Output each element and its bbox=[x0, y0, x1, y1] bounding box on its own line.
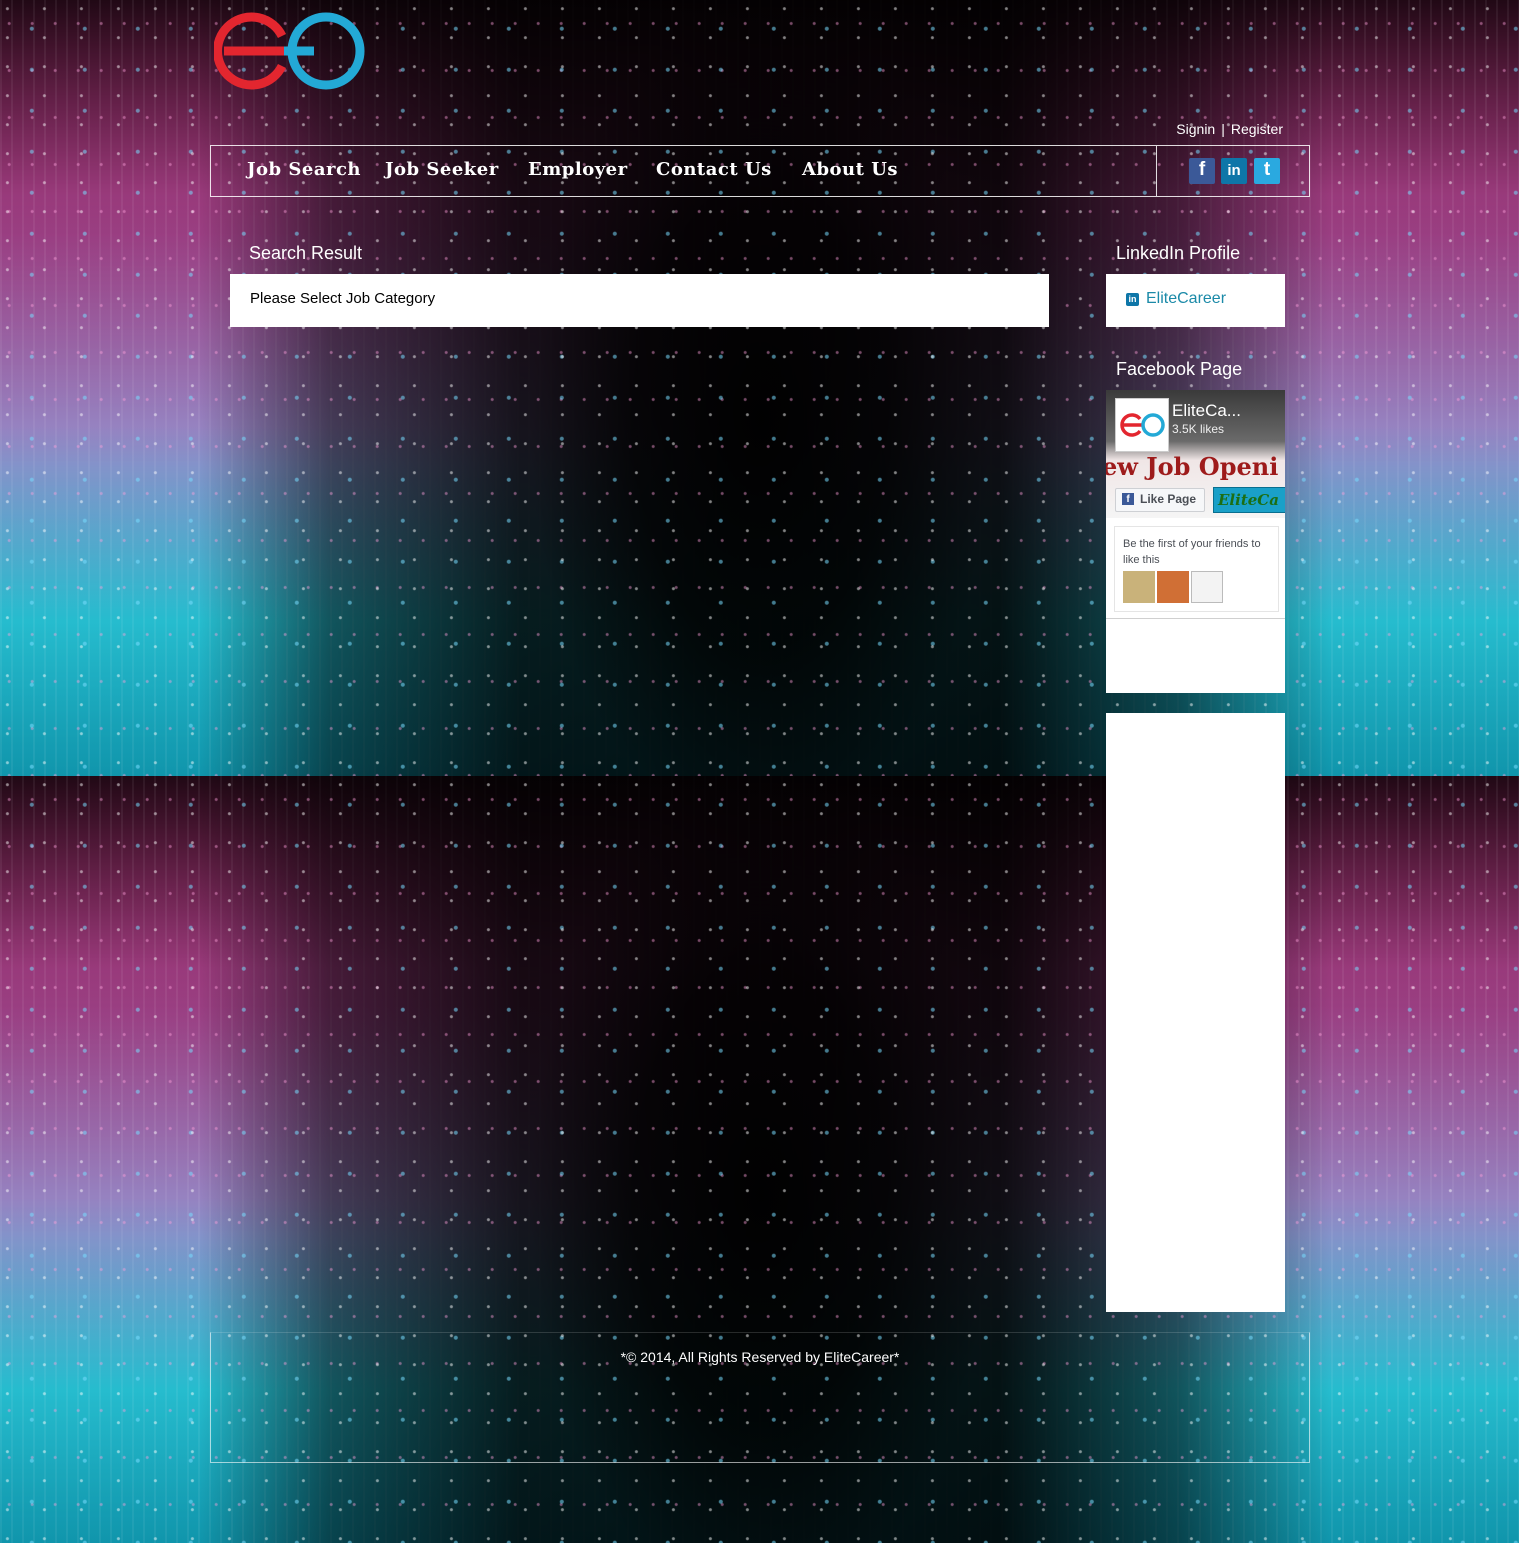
linkedin-profile-panel: in EliteCareer bbox=[1106, 274, 1285, 327]
facebook-icon[interactable]: f bbox=[1189, 158, 1215, 184]
facebook-page-avatar[interactable] bbox=[1115, 398, 1169, 452]
facebook-like-button[interactable]: f Like Page bbox=[1115, 488, 1205, 512]
friend-avatar[interactable] bbox=[1157, 571, 1189, 603]
friend-avatar[interactable] bbox=[1191, 571, 1223, 603]
facebook-page-name[interactable]: EliteCa... bbox=[1172, 401, 1241, 421]
facebook-cover-text: ew Job Openi bbox=[1106, 452, 1279, 481]
ad-panel bbox=[1106, 713, 1285, 1312]
page-title: Search Result bbox=[249, 243, 363, 263]
main-nav: Job Search Job Seeker Employer Contact U… bbox=[210, 145, 1310, 197]
nav-job-seeker[interactable]: Job Seeker bbox=[385, 159, 499, 180]
facebook-like-count: 3.5K likes bbox=[1172, 422, 1225, 436]
linkedin-section-title: LinkedIn Profile bbox=[1116, 243, 1241, 263]
facebook-cover[interactable]: EliteCa... 3.5K likes ew Job Openi f Lik… bbox=[1106, 390, 1285, 518]
page-container: Signin | Register Job Search Job Seeker Em… bbox=[210, 0, 1310, 1543]
social-links: f in t bbox=[1156, 146, 1309, 196]
facebook-friends-text: Be the first of your friends to like thi… bbox=[1123, 538, 1261, 566]
facebook-page-widget: EliteCa... 3.5K likes ew Job Openi f Lik… bbox=[1106, 390, 1285, 693]
facebook-small-icon: f bbox=[1122, 493, 1134, 505]
facebook-friends-panel: Be the first of your friends to like thi… bbox=[1114, 526, 1279, 612]
link-separator: | bbox=[1221, 121, 1225, 137]
cover-tag-text: EliteCa bbox=[1218, 491, 1279, 509]
account-links: Signin | Register bbox=[1176, 121, 1283, 137]
site-logo[interactable] bbox=[214, 10, 366, 92]
facebook-section-title: Facebook Page bbox=[1116, 359, 1243, 379]
twitter-icon[interactable]: t bbox=[1254, 158, 1280, 184]
result-message: Please Select Job Category bbox=[250, 290, 436, 307]
copyright-text: *© 2014, All Rights Reserved by EliteCar… bbox=[620, 1349, 900, 1365]
nav-employer[interactable]: Employer bbox=[528, 159, 628, 180]
footer: *© 2014, All Rights Reserved by EliteCar… bbox=[210, 1332, 1310, 1463]
friend-avatar[interactable] bbox=[1123, 571, 1155, 603]
nav-about-us[interactable]: About Us bbox=[802, 159, 898, 180]
like-button-label: Like Page bbox=[1140, 492, 1197, 506]
nav-contact-us[interactable]: Contact Us bbox=[656, 159, 772, 180]
search-result-panel: Please Select Job Category bbox=[230, 274, 1049, 327]
signin-link[interactable]: Signin bbox=[1176, 121, 1215, 137]
facebook-cover-tag: EliteCa bbox=[1213, 487, 1285, 513]
linkedin-small-icon: in bbox=[1126, 293, 1139, 306]
linkedin-icon[interactable]: in bbox=[1221, 158, 1247, 184]
nav-job-search[interactable]: Job Search bbox=[247, 159, 361, 180]
linkedin-profile-link[interactable]: EliteCareer bbox=[1146, 290, 1226, 308]
register-link[interactable]: Register bbox=[1231, 121, 1283, 137]
divider bbox=[1106, 618, 1285, 619]
